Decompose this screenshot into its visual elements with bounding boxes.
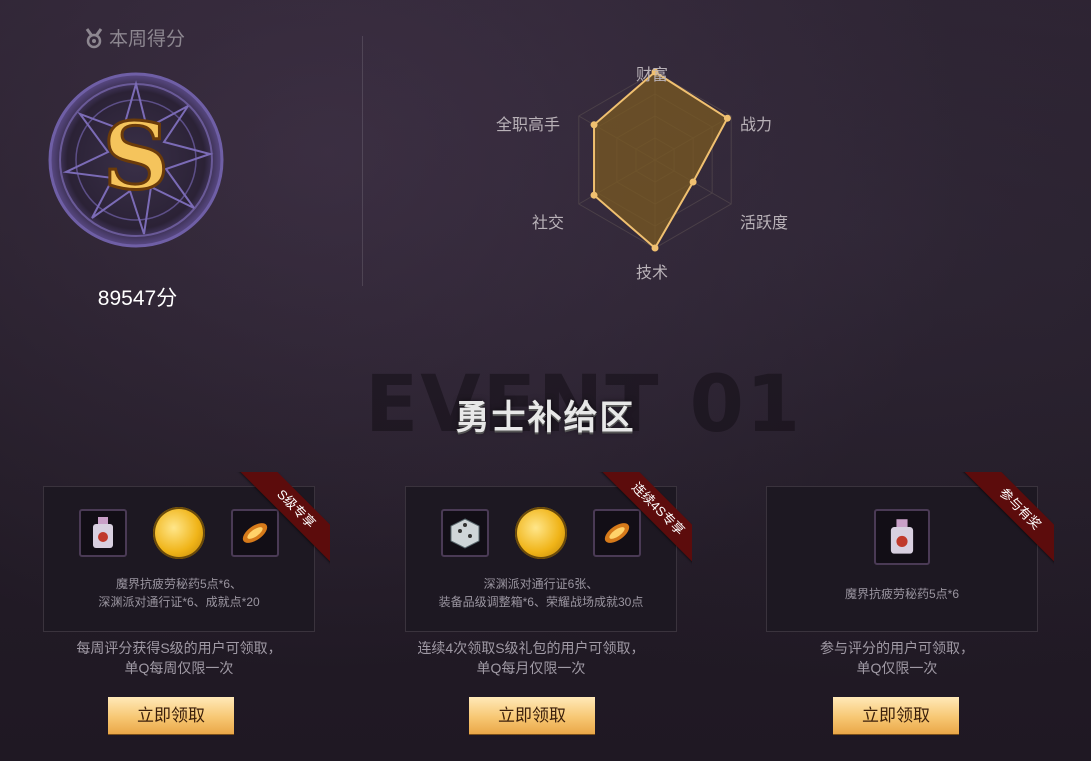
radar-label-allround: 全职高手	[496, 117, 561, 134]
radar-label-social: 社交	[532, 215, 565, 232]
grade-letter: S	[103, 102, 169, 210]
ribbon-label: S级专享	[237, 472, 330, 568]
radar-label-power: 战力	[740, 117, 773, 134]
condition-line2: 单Q每月仅限一次	[476, 660, 586, 676]
potion-icon[interactable]	[79, 509, 127, 557]
total-score: 89547分	[97, 287, 178, 310]
dice-box-icon[interactable]	[441, 509, 489, 557]
reward-description: 魔界抗疲劳秘药5点*6	[767, 585, 1037, 603]
radar-label-wealth: 财富	[636, 67, 669, 84]
radar-point	[651, 244, 659, 252]
reward-desc-line1: 魔界抗疲劳秘药5点*6、	[115, 577, 243, 591]
radar-label-activity: 活跃度	[740, 215, 789, 232]
ribbon-4s: 连续4S专享	[596, 472, 692, 568]
condition-line1: 连续4次领取S级礼包的用户可领取，	[417, 640, 645, 656]
coin-icon[interactable]	[153, 507, 205, 559]
claim-condition: 参与评分的用户可领取， 单Q仅限一次	[737, 638, 1057, 678]
reward-desc-line1: 魔界抗疲劳秘药5点*6	[844, 587, 960, 601]
claim-button-s-grade[interactable]: 立即领取	[108, 697, 234, 734]
divider	[362, 36, 363, 286]
reward-description: 深渊派对通行证6张、 装备品级调整箱*6、荣耀战场成就30点	[406, 575, 676, 611]
reward-desc-line2: 深渊派对通行证*6、成就点*20	[98, 595, 260, 609]
claim-condition: 每周评分获得S级的用户可领取， 单Q每周仅限一次	[19, 638, 339, 678]
radar-value-shape	[593, 70, 729, 250]
week-score-text: 本周得分	[109, 29, 186, 50]
potion-icon[interactable]	[874, 509, 930, 565]
grade-medallion: S	[48, 72, 224, 248]
radar-label-skill: 技术	[636, 265, 669, 282]
reward-desc-line2: 装备品级调整箱*6、荣耀战场成就30点	[438, 595, 644, 609]
radar-point	[590, 121, 598, 129]
claim-button-participation[interactable]: 立即领取	[833, 697, 959, 734]
section-title: 勇士补给区	[455, 398, 636, 438]
coin-icon[interactable]	[515, 507, 567, 559]
claim-button-4s[interactable]: 立即领取	[469, 697, 595, 734]
week-score-label: 本周得分	[83, 24, 185, 51]
radar-chart: 财富 战力 活跃度 技术 社交 全职高手	[480, 55, 820, 285]
claim-condition: 连续4次领取S级礼包的用户可领取， 单Q每月仅限一次	[371, 638, 691, 678]
ribbon-participation: 参与有奖	[958, 472, 1054, 568]
radar-point	[689, 178, 697, 186]
radar-point	[723, 114, 731, 122]
medal-icon	[85, 27, 103, 48]
radar-point	[590, 191, 598, 199]
condition-line1: 每周评分获得S级的用户可领取，	[76, 640, 282, 656]
radar-svg	[578, 68, 732, 252]
ribbon-s-grade: S级专享	[234, 472, 330, 568]
ribbon-label: 连续4S专享	[599, 472, 692, 568]
condition-line2: 单Q每周仅限一次	[124, 660, 234, 676]
condition-line2: 单Q仅限一次	[856, 660, 938, 676]
reward-description: 魔界抗疲劳秘药5点*6、 深渊派对通行证*6、成就点*20	[44, 575, 314, 611]
reward-desc-line1: 深渊派对通行证6张、	[483, 577, 599, 591]
ribbon-label: 参与有奖	[961, 472, 1054, 568]
condition-line1: 参与评分的用户可领取，	[820, 640, 974, 656]
